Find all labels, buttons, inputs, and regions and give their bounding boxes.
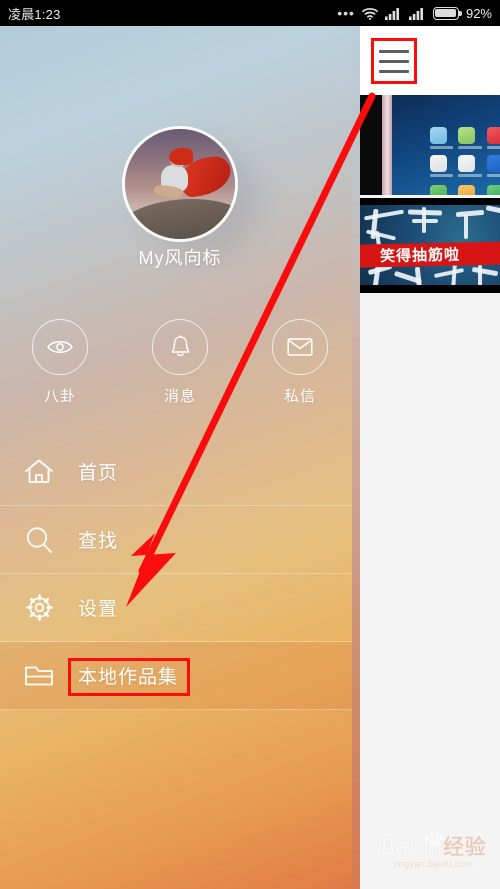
folder-icon <box>0 663 78 688</box>
battery-percent: 92% <box>465 5 492 21</box>
thumbnail-caption: 笑得抽筋啦 <box>379 245 461 266</box>
app-content-panel: 笑得抽筋啦 Baidu经验 jingyan.baidu.com <box>355 26 500 889</box>
menu-item-settings[interactable]: 设置 <box>0 574 360 642</box>
menu-item-label: 首页 <box>78 463 119 484</box>
menu-item-local-collection[interactable]: 本地作品集 <box>0 642 360 710</box>
menu-item-home[interactable]: 首页 <box>0 438 360 506</box>
wifi-icon <box>362 7 378 20</box>
calligraphy-video-thumbnail: 笑得抽筋啦 <box>360 198 500 293</box>
quick-action-private-message[interactable]: 私信 <box>257 319 343 406</box>
drawer-menu: 首页 查找 设置 本地作品集 <box>0 438 360 710</box>
menu-item-label: 查找 <box>78 531 119 552</box>
quick-action-bagua[interactable]: 八卦 <box>17 319 103 406</box>
more-icon: ••• <box>337 5 355 21</box>
home-icon <box>0 458 78 485</box>
gear-icon <box>0 593 78 622</box>
quick-action-label: 消息 <box>163 388 196 405</box>
search-icon <box>0 525 78 555</box>
highlight-box-local-collection <box>68 658 190 696</box>
watermark-url: jingyan.baidu.com <box>393 859 474 869</box>
list-item[interactable]: 笑得抽筋啦 <box>360 198 500 293</box>
status-bar-time: 凌晨1:23 <box>8 6 61 22</box>
menu-item-search[interactable]: 查找 <box>0 506 360 574</box>
status-bar: 凌晨1:23 ••• 92% <box>0 0 500 26</box>
baidu-watermark: Baidu经验 jingyan.baidu.com <box>371 832 496 881</box>
drawer-edge <box>352 26 360 889</box>
quick-action-label: 八卦 <box>43 388 76 405</box>
quick-action-label: 私信 <box>283 388 316 405</box>
highlight-box-hamburger <box>371 38 417 84</box>
username: My风向标 <box>138 248 222 268</box>
signal-icon <box>384 7 402 20</box>
navigation-drawer: My风向标 八卦 消息 私信 首页 查找 设置 本地作品集 <box>0 26 360 889</box>
bell-icon <box>170 335 191 359</box>
paw-icon <box>423 832 445 848</box>
watermark-brand: Baidu <box>380 835 444 859</box>
phone-homescreen-thumbnail <box>360 95 500 195</box>
battery-icon <box>432 6 462 20</box>
menu-item-label: 设置 <box>78 599 119 620</box>
signal-icon <box>408 7 426 20</box>
watermark-brand-cn: 经验 <box>443 835 487 859</box>
avatar[interactable] <box>122 126 238 242</box>
list-item[interactable] <box>360 95 500 195</box>
quick-action-messages[interactable]: 消息 <box>137 319 223 406</box>
envelope-icon <box>287 337 313 357</box>
quick-action-row: 八卦 消息 私信 <box>0 319 360 406</box>
eye-icon <box>47 338 73 356</box>
